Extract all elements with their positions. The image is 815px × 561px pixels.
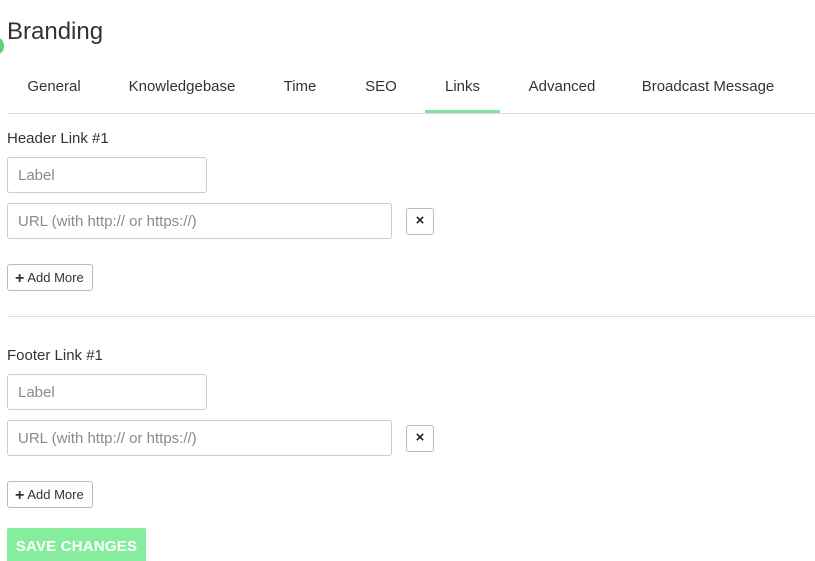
header-link-label-input[interactable] bbox=[7, 157, 207, 193]
header-link-add-more-button[interactable]: + Add More bbox=[7, 264, 93, 291]
plus-icon: + bbox=[15, 270, 25, 287]
tab-links[interactable]: Links bbox=[425, 70, 500, 113]
settings-tabs: General Knowledgebase Time SEO Links Adv… bbox=[7, 70, 815, 114]
tab-advanced[interactable]: Advanced bbox=[521, 70, 603, 113]
status-dot bbox=[0, 38, 4, 54]
close-icon: × bbox=[415, 212, 425, 229]
footer-link-url-input[interactable] bbox=[7, 420, 392, 456]
footer-link-add-more-button[interactable]: + Add More bbox=[7, 481, 93, 508]
header-link-remove-button[interactable]: × bbox=[406, 208, 434, 235]
save-changes-button[interactable]: SAVE CHANGES bbox=[7, 528, 146, 561]
tab-knowledgebase[interactable]: Knowledgebase bbox=[121, 70, 243, 113]
footer-link-label-input[interactable] bbox=[7, 374, 207, 410]
header-link-title: Header Link #1 bbox=[7, 130, 109, 147]
tab-general[interactable]: General bbox=[14, 70, 94, 113]
close-icon: × bbox=[415, 429, 425, 446]
branding-page: Branding General Knowledgebase Time SEO … bbox=[0, 0, 815, 561]
plus-icon: + bbox=[15, 487, 25, 504]
section-divider bbox=[7, 316, 815, 317]
header-link-url-input[interactable] bbox=[7, 203, 392, 239]
footer-link-title: Footer Link #1 bbox=[7, 347, 103, 364]
tab-time[interactable]: Time bbox=[277, 70, 323, 113]
page-title: Branding bbox=[7, 18, 104, 45]
footer-link-remove-button[interactable]: × bbox=[406, 425, 434, 452]
tab-broadcast-message[interactable]: Broadcast Message bbox=[637, 70, 779, 113]
tab-seo[interactable]: SEO bbox=[357, 70, 405, 113]
add-more-label: Add More bbox=[27, 270, 84, 285]
add-more-label: Add More bbox=[27, 487, 84, 502]
